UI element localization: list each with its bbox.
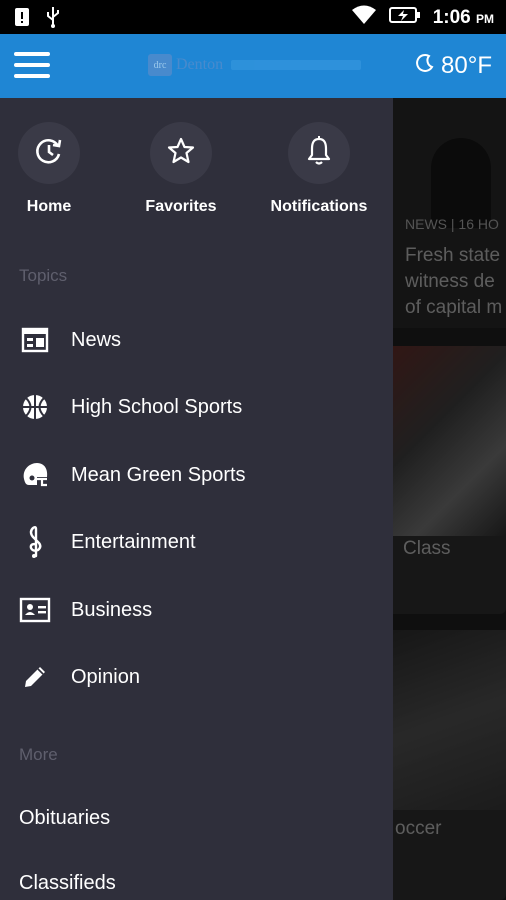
football-helmet-icon	[19, 459, 51, 491]
status-bar: 1:06 PM	[0, 0, 506, 34]
more-header: More	[19, 745, 58, 764]
topic-mean-green-sports[interactable]: Mean Green Sports	[0, 447, 393, 503]
notifications-label: Notifications	[270, 198, 368, 215]
favorites-button[interactable]	[150, 122, 212, 184]
pencil-icon	[19, 661, 51, 693]
weather-widget[interactable]: 80°F	[415, 52, 492, 80]
quick-action-favorites[interactable]: Favorites	[116, 122, 246, 216]
topic-label: Entertainment	[71, 530, 196, 553]
bell-icon	[304, 135, 334, 172]
quick-action-notifications[interactable]: Notifications	[254, 122, 384, 216]
more-item-obituaries[interactable]: Obituaries	[19, 807, 110, 830]
topic-opinion[interactable]: Opinion	[0, 649, 393, 705]
moon-icon	[415, 52, 435, 80]
basketball-icon	[19, 391, 51, 423]
app-logo[interactable]: drc Denton	[148, 54, 362, 76]
logo-text: Denton	[176, 56, 224, 73]
battery-charging-icon	[388, 6, 421, 29]
logo-badge: drc	[148, 54, 172, 76]
more-item-classifieds[interactable]: Classifieds	[19, 872, 116, 895]
wifi-icon	[351, 5, 377, 30]
topic-label: Opinion	[71, 665, 140, 688]
topic-label: Mean Green Sports	[71, 463, 246, 486]
drawer-scrim[interactable]	[393, 98, 506, 900]
alert-notification-icon	[14, 7, 30, 32]
temperature: 80°F	[441, 52, 492, 79]
topic-label: High School Sports	[71, 395, 243, 418]
newspaper-icon	[19, 324, 51, 356]
app-bar: drc Denton 80°F	[0, 34, 506, 98]
favorites-label: Favorites	[145, 198, 217, 215]
topic-news[interactable]: News	[0, 312, 393, 368]
logo-banner	[231, 60, 362, 70]
clock: 1:06 PM	[433, 7, 494, 29]
topic-label: News	[71, 328, 122, 351]
topic-entertainment[interactable]: Entertainment	[0, 514, 393, 570]
home-refresh-icon	[32, 134, 66, 173]
quick-action-home[interactable]: Home	[0, 122, 114, 216]
topics-header: Topics	[19, 266, 68, 285]
home-button[interactable]	[18, 122, 80, 184]
navigation-drawer: Home Favorites Notifications Topics News…	[0, 98, 393, 900]
treble-clef-icon	[19, 526, 51, 558]
menu-icon[interactable]	[14, 52, 50, 80]
clock-ampm: PM	[476, 11, 494, 26]
usb-icon	[46, 6, 60, 33]
notifications-button[interactable]	[288, 122, 350, 184]
id-card-icon	[19, 594, 51, 626]
star-icon	[166, 136, 196, 171]
home-label: Home	[26, 198, 72, 215]
topic-high-school-sports[interactable]: High School Sports	[0, 379, 393, 435]
topic-label: Business	[71, 598, 153, 621]
clock-time: 1:06	[432, 6, 471, 28]
topic-business[interactable]: Business	[0, 582, 393, 638]
